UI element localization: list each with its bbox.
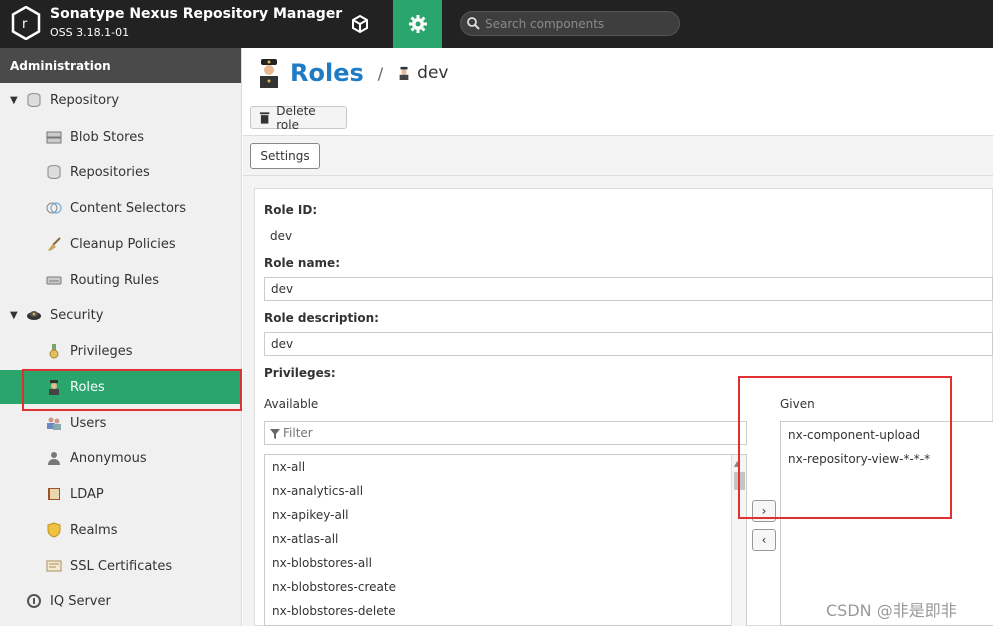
sidebar-item-label: LDAP — [70, 486, 104, 502]
role-name-field[interactable]: dev — [264, 277, 993, 301]
list-item[interactable]: nx-blobstores-all — [272, 556, 372, 570]
sidebar-item-label: Anonymous — [70, 450, 147, 466]
sidebar-item-realms[interactable]: Realms — [0, 513, 242, 547]
delete-role-label: Delete role — [276, 103, 316, 132]
cube-icon — [352, 14, 368, 34]
sidebar-item-privileges[interactable]: Privileges — [0, 334, 242, 368]
top-bar: r Sonatype Nexus Repository Manager OSS … — [0, 0, 993, 48]
search-box — [460, 11, 680, 36]
privileges-label: Privileges: — [264, 366, 336, 380]
sidebar-item-security[interactable]: ▼ Security — [0, 298, 242, 332]
list-item[interactable]: nx-atlas-all — [272, 532, 338, 546]
certificate-icon — [46, 560, 62, 572]
server-icon — [46, 131, 62, 144]
caret-down-icon[interactable]: ▼ — [10, 95, 20, 106]
sidebar-item-label: Privileges — [70, 343, 133, 359]
selector-icon — [46, 202, 62, 214]
sidebar-item-cleanup-policies[interactable]: Cleanup Policies — [0, 227, 242, 261]
role-name-label: Role name: — [264, 256, 340, 270]
sidebar-item-label: SSL Certificates — [70, 558, 173, 574]
role-description-field[interactable]: dev — [264, 332, 993, 356]
sidebar-item-routing-rules[interactable]: Routing Rules — [0, 263, 242, 297]
nexus-logo-icon: r — [11, 6, 41, 40]
toolbar — [243, 100, 993, 136]
tab-settings[interactable]: Settings — [250, 143, 320, 169]
sidebar-item-iq-server[interactable]: IQ Server — [0, 584, 242, 618]
watermark: CSDN @非是即非 — [826, 601, 957, 620]
move-left-button[interactable]: ‹ — [752, 529, 776, 551]
iq-icon — [27, 594, 41, 608]
sidebar-item-anonymous[interactable]: Anonymous — [0, 441, 242, 475]
officer-icon — [260, 59, 278, 88]
sidebar-item-content-selectors[interactable]: Content Selectors — [0, 191, 242, 225]
officer-icon — [399, 66, 409, 80]
sidebar-item-label: Users — [70, 415, 107, 431]
sidebar-item-label: Cleanup Policies — [70, 236, 176, 252]
admin-button[interactable] — [393, 0, 442, 48]
app-version: OSS 3.18.1-01 — [50, 26, 130, 39]
list-item[interactable]: nx-blobstores-create — [272, 580, 396, 594]
database-icon — [47, 165, 61, 180]
sidebar-item-label: Repository — [50, 92, 120, 108]
medal-icon — [49, 344, 59, 359]
broom-icon — [48, 237, 61, 251]
role-description-label: Role description: — [264, 311, 379, 325]
sidebar-item-ssl-certificates[interactable]: SSL Certificates — [0, 549, 242, 583]
sidebar-item-label: Routing Rules — [70, 272, 160, 288]
filter-icon — [270, 429, 280, 439]
sidebar-item-repository[interactable]: ▼ Repository — [0, 83, 242, 117]
available-list[interactable]: nx-all nx-analytics-all nx-apikey-all nx… — [264, 454, 747, 626]
sidebar-item-label: IQ Server — [50, 593, 111, 609]
sidebar-item-label: Repositories — [70, 164, 150, 180]
breadcrumb-separator: / — [377, 63, 384, 83]
database-icon — [27, 93, 41, 108]
chevron-left-icon: ‹ — [761, 533, 767, 547]
tab-bar — [243, 136, 993, 176]
trash-icon — [259, 112, 270, 124]
sidebar-item-label: Security — [50, 307, 104, 323]
search-input[interactable] — [485, 15, 675, 32]
anonymous-user-icon — [48, 452, 60, 465]
svg-text:r: r — [22, 17, 28, 32]
highlight-box-given — [738, 376, 952, 519]
role-id-value: dev — [270, 229, 293, 243]
list-item[interactable]: nx-all — [272, 460, 305, 474]
search-icon — [467, 17, 480, 30]
available-label: Available — [264, 397, 319, 411]
routing-icon — [46, 276, 62, 285]
book-icon — [48, 488, 60, 500]
users-icon — [47, 417, 61, 430]
tab-settings-label: Settings — [260, 149, 310, 163]
sidebar-item-blob-stores[interactable]: Blob Stores — [0, 120, 242, 154]
page-title[interactable]: Roles — [290, 59, 364, 87]
highlight-box-roles — [22, 369, 242, 411]
app-title: Sonatype Nexus Repository Manager — [50, 6, 343, 22]
sidebar-item-ldap[interactable]: LDAP — [0, 477, 242, 511]
list-item[interactable]: nx-analytics-all — [272, 484, 363, 498]
role-name-value: dev — [271, 282, 294, 296]
breadcrumb-current: dev — [417, 63, 449, 83]
filter-input[interactable] — [283, 425, 733, 441]
sidebar-title: Administration — [0, 48, 241, 83]
sidebar-item-label: Realms — [70, 522, 118, 538]
sidebar-item-users[interactable]: Users — [0, 406, 242, 440]
gear-icon — [408, 15, 427, 33]
shield-icon — [47, 522, 61, 538]
sidebar-item-label: Blob Stores — [70, 129, 145, 145]
filter-box — [264, 421, 747, 445]
caret-down-icon[interactable]: ▼ — [10, 310, 20, 321]
delete-role-button[interactable]: Delete role — [250, 103, 347, 132]
role-id-label: Role ID: — [264, 203, 318, 217]
sidebar-item-repositories[interactable]: Repositories — [0, 155, 242, 189]
browse-button[interactable] — [335, 0, 385, 48]
sidebar-item-label: Content Selectors — [70, 200, 187, 216]
breadcrumb: Roles / dev — [256, 58, 448, 88]
role-description-value: dev — [271, 337, 294, 351]
list-item[interactable]: nx-apikey-all — [272, 508, 349, 522]
list-item[interactable]: nx-blobstores-delete — [272, 604, 396, 618]
police-hat-icon — [27, 311, 41, 320]
